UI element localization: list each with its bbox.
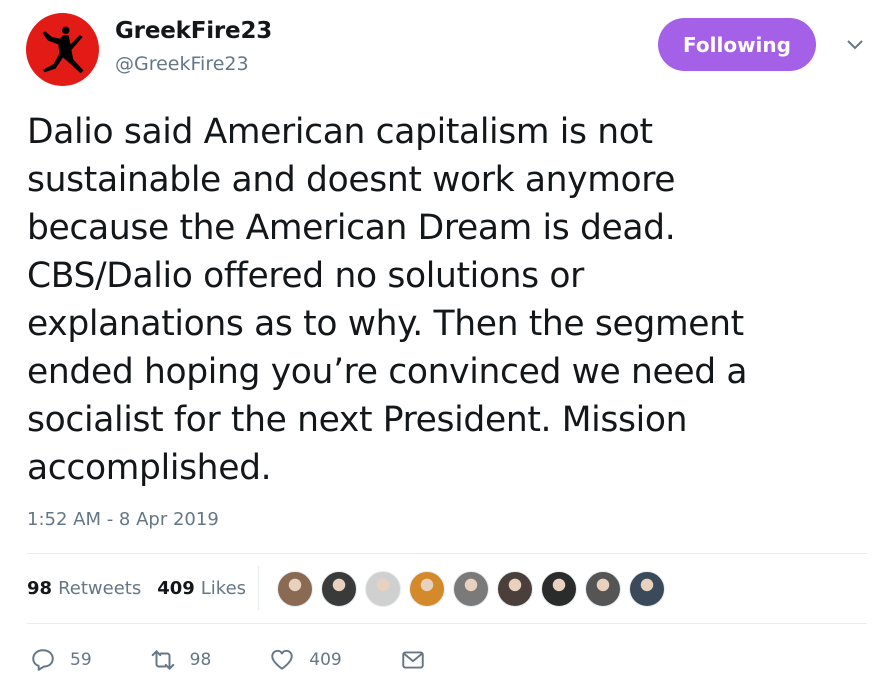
reply-icon <box>32 649 54 671</box>
tweet-text-line: socialist for the next President. Missio… <box>27 400 688 440</box>
tweet-text-line: ended hoping you’re convinced we need a <box>27 352 748 392</box>
liker-avatar[interactable] <box>409 571 445 607</box>
envelope-icon <box>402 651 424 669</box>
retweet-button[interactable]: 98 <box>150 647 212 673</box>
stats-separator <box>258 566 259 610</box>
heart-icon <box>271 649 294 670</box>
liker-avatar[interactable] <box>277 571 313 607</box>
liker-avatar[interactable] <box>497 571 533 607</box>
like-button[interactable]: 409 <box>269 647 342 673</box>
following-button[interactable]: Following <box>658 18 816 71</box>
liker-avatar[interactable] <box>365 571 401 607</box>
tweet-text: Dalio said American capitalism is not su… <box>27 108 867 492</box>
likes-count: 409 <box>157 578 195 599</box>
liker-avatars <box>277 571 673 607</box>
reply-button[interactable]: 59 <box>30 647 92 673</box>
retweet-icon <box>151 650 174 670</box>
chevron-down-icon[interactable] <box>846 38 864 52</box>
liker-avatar[interactable] <box>629 571 665 607</box>
retweet-count: 98 <box>189 650 212 670</box>
tweet-text-line: because the American Dream is dead. <box>27 208 676 248</box>
reply-count: 59 <box>70 650 92 670</box>
like-count: 409 <box>309 650 342 670</box>
likes-label: Likes <box>200 578 247 599</box>
liker-avatar[interactable] <box>453 571 489 607</box>
direct-message-button[interactable] <box>400 647 426 673</box>
retweets-count: 98 <box>27 578 53 599</box>
liker-avatar[interactable] <box>321 571 357 607</box>
avatar[interactable] <box>26 13 99 86</box>
divider <box>27 623 867 624</box>
tweet-text-line: Dalio said American capitalism is not <box>27 112 653 152</box>
retweets-label: Retweets <box>58 578 142 599</box>
liker-avatar[interactable] <box>585 571 621 607</box>
divider <box>27 553 867 554</box>
tweet-text-line: explanations as to why. Then the segment <box>27 304 744 344</box>
user-handle[interactable]: @GreekFire23 <box>115 53 249 75</box>
tweet-timestamp[interactable]: 1:52 AM - 8 Apr 2019 <box>27 509 219 530</box>
tweet-text-line: CBS/Dalio offered no solutions or <box>27 256 585 296</box>
likes-stat[interactable]: 409 Likes <box>157 578 246 599</box>
user-display-name[interactable]: GreekFire23 <box>115 18 272 44</box>
tweet-text-line: accomplished. <box>27 448 272 488</box>
jumpman-logo-icon <box>41 26 84 73</box>
tweet-stats: 98 Retweets 409 Likes <box>27 578 246 599</box>
retweets-stat[interactable]: 98 Retweets <box>27 578 141 599</box>
liker-avatar[interactable] <box>541 571 577 607</box>
tweet-text-line: sustainable and doesnt work anymore <box>27 160 676 200</box>
tweet-actions: 59 98 409 <box>30 647 484 673</box>
